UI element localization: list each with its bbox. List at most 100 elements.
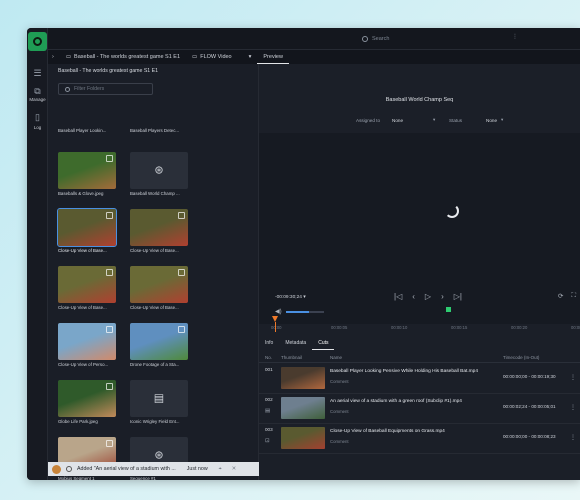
asset-thumbnail (130, 323, 188, 360)
ruler-tick-label: 00:00:10 (391, 325, 408, 330)
volume-icon[interactable]: ◀) (275, 308, 282, 315)
cut-comment[interactable]: Comment (330, 439, 349, 444)
asset-card-label: Sequence #1 (130, 476, 156, 480)
skip-end-icon[interactable]: ▷| (454, 292, 462, 301)
filter-settings-icon[interactable]: ⫶ (514, 34, 516, 42)
asset-card[interactable]: Baseball Players Detec... (130, 126, 188, 133)
more-icon[interactable]: ⋮ (570, 404, 576, 411)
asset-card[interactable]: Close-Up View of Base... (58, 266, 116, 310)
marker-icon[interactable] (446, 307, 451, 312)
step-back-icon[interactable]: ‹ (412, 292, 415, 301)
app-window: ☰ ⧉ Manage ▯ Log Search ⫶ › ▭ Baseball -… (27, 28, 580, 480)
lock-icon: ⊡ (265, 438, 270, 444)
tab-preview[interactable]: Preview (257, 50, 289, 64)
project-title: Baseball - The worlds greatest game S1 E… (58, 68, 158, 74)
app-logo[interactable] (28, 32, 47, 51)
tab-baseball-project[interactable]: ▭ Baseball - The worlds greatest game S1… (60, 50, 186, 64)
transport-controls: |◁ ‹ ▷ › ▷| (394, 292, 462, 301)
cut-timecode: 00:00:00;00 - 00:00:19;30 (503, 374, 556, 379)
cut-comment[interactable]: Comment (330, 409, 349, 414)
close-icon[interactable]: ✕ (232, 466, 236, 472)
asset-card[interactable]: Close-Up View of Base... (130, 266, 188, 310)
info-icon (66, 466, 72, 472)
asset-card[interactable]: Baseball Player Lookin... (58, 126, 116, 133)
asset-card[interactable]: Drone Footage of a Sta... (130, 323, 188, 367)
assigned-to-select[interactable]: Assigned to None ▾ (356, 117, 435, 123)
toast-time: Just now (186, 466, 208, 472)
asset-card-label: Drone Footage of a Sta... (130, 362, 180, 367)
tab-flow-video[interactable]: ▭ FLOW Video ▾ (186, 50, 257, 64)
volume-slider[interactable] (286, 311, 324, 313)
asset-thumbnail (58, 152, 116, 189)
asset-thumbnail: ▤ (130, 380, 188, 417)
film-reel-icon: ⊛ (154, 164, 164, 176)
tab-cuts[interactable]: Cuts (312, 340, 335, 350)
asset-card[interactable]: Globe Life Park.jpeg (58, 380, 116, 424)
col-no: No. (265, 355, 273, 360)
play-icon[interactable]: ▷ (425, 292, 431, 301)
more-icon[interactable]: ⋮ (570, 434, 576, 441)
timecode-display[interactable]: -00:09:30;24 ▾ (275, 295, 306, 300)
table-row[interactable]: 001 Baseball Player Looking Pensive While… (259, 364, 580, 394)
rail-label-log: Log (33, 125, 42, 130)
cut-number: 003 (265, 427, 273, 432)
tab-info[interactable]: Info (259, 340, 279, 350)
log-icon[interactable]: ▯ (31, 112, 44, 123)
asset-card[interactable]: Close-Up View of Base... (57, 208, 117, 253)
player-extra-controls: ⟳ ⛶ (558, 292, 576, 300)
cut-title: Close-Up View of Baseball Equipments on … (330, 429, 445, 434)
col-name: Name (330, 355, 343, 360)
more-icon[interactable]: ⋮ (570, 374, 576, 381)
document-icon: ▤ (153, 392, 165, 404)
chevron-down-icon: ▾ (501, 117, 504, 122)
ruler-tick-label: 00:00:25 (571, 325, 580, 330)
filter-placeholder: Filter Folders (74, 86, 105, 92)
search-icon (362, 36, 368, 42)
cut-thumbnail (281, 397, 325, 419)
left-rail: ☰ ⧉ Manage ▯ Log (27, 28, 48, 480)
asset-card[interactable]: Close-Up View of Base... (130, 209, 188, 253)
asset-card-label: Close-Up View of Perso... (58, 362, 109, 367)
assigned-label: Assigned to (356, 117, 381, 123)
filter-folders-input[interactable]: Filter Folders (58, 83, 153, 95)
cut-thumbnail (281, 367, 325, 389)
timeline-ruler[interactable]: 00:00 00:00:05 00:00:10 00:00:15 00:00:20 00:… (271, 320, 580, 334)
cut-number: 001 (265, 367, 273, 372)
step-forward-icon[interactable]: › (441, 292, 444, 301)
table-row[interactable]: 003 ⊡ Close-Up View of Baseball Equipments… (259, 424, 580, 454)
status-select[interactable]: Status None ▾ (449, 117, 503, 123)
asset-card-label: Close-Up View of Base... (58, 248, 107, 253)
rail-label-manage: Manage (29, 97, 46, 102)
cut-comment[interactable]: Comment (330, 379, 349, 384)
pin-icon[interactable]: ⌖ (219, 466, 222, 473)
asset-thumbnail (58, 380, 116, 417)
sequence-title: Baseball World Champ Seq (385, 97, 454, 103)
search-icon (65, 86, 70, 92)
chevron-down-icon: ▾ (248, 54, 252, 60)
tab-metadata[interactable]: Metadata (279, 340, 312, 350)
tab-collapse-chevron[interactable]: › (48, 50, 60, 64)
asset-thumbnail (58, 266, 116, 303)
asset-thumbnail (130, 209, 188, 246)
global-search[interactable]: Search (362, 33, 522, 45)
hamburger-icon[interactable]: ☰ (31, 68, 44, 79)
loop-icon[interactable]: ⟳ (558, 292, 563, 300)
playhead-line (274, 322, 276, 332)
top-bar: Search ⫶ (48, 28, 580, 50)
cut-number: 002 (265, 397, 273, 402)
asset-thumbnail (58, 323, 116, 360)
asset-card-label: Baseball Player Lookin... (58, 128, 107, 133)
asset-card-label: Baseball World Champ ... (130, 191, 180, 196)
col-timecode: Timecode (In-Out) (503, 355, 540, 360)
cut-title: Baseball Player Looking Pensive While Ho… (330, 369, 478, 374)
skip-start-icon[interactable]: |◁ (394, 292, 402, 301)
manage-icon[interactable]: ⧉ (31, 86, 44, 97)
table-row[interactable]: 002 ▤ An aerial view of a stadium with a g… (259, 394, 580, 424)
asset-card[interactable]: Close-Up View of Perso... (58, 323, 116, 367)
asset-card[interactable]: Baseballs & Glove.jpeg (58, 152, 116, 196)
asset-card-label: Close-Up View of Base... (130, 248, 179, 253)
asset-card[interactable]: ⊛ Baseball World Champ ... (130, 152, 188, 196)
asset-card[interactable]: ▤ Iconic Wrigley Field Ent... (130, 380, 188, 424)
fullscreen-icon[interactable]: ⛶ (571, 292, 576, 300)
status-value: None (486, 117, 498, 123)
